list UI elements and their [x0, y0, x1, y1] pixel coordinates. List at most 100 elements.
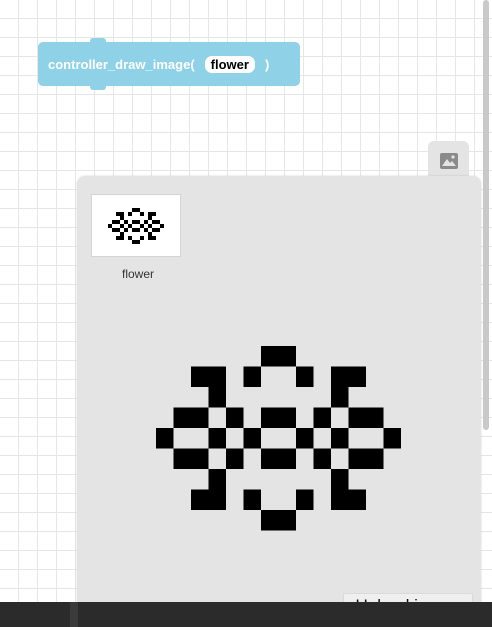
image-pixel — [116, 219, 120, 224]
image-pixel — [148, 215, 152, 220]
image-pixel — [208, 366, 226, 387]
image-pixel — [116, 227, 120, 232]
block-bottom-notch — [90, 84, 106, 90]
image-pixel — [173, 407, 191, 428]
image-pixel — [296, 489, 314, 510]
image-picker-panel: flower Upload image — [77, 176, 481, 627]
image-pixel — [132, 219, 136, 224]
bottom-bar — [0, 602, 492, 627]
image-pixel — [331, 469, 349, 490]
image-pixel — [348, 407, 366, 428]
image-pixel — [136, 227, 140, 232]
image-pixel — [261, 346, 279, 367]
block-top-notch — [90, 38, 106, 44]
image-pixel — [208, 387, 226, 408]
image-pixel — [144, 227, 148, 232]
image-pixel — [191, 366, 209, 387]
image-pixel — [148, 235, 152, 240]
image-pixel — [152, 211, 156, 216]
image-pixel — [148, 223, 152, 228]
image-pixel — [208, 428, 226, 449]
image-pixel — [160, 223, 164, 228]
image-pixel — [226, 407, 244, 428]
image-pixel — [148, 231, 152, 236]
image-pixel — [124, 227, 128, 232]
image-pixel — [156, 219, 160, 224]
image-pixel — [112, 227, 116, 232]
scrollbar-thumb[interactable] — [483, 0, 489, 430]
image-thumbnail-flower[interactable] — [91, 194, 181, 257]
image-pixel — [191, 448, 209, 469]
image-pixel — [116, 211, 120, 216]
image-pixel — [331, 428, 349, 449]
image-icon — [439, 153, 458, 169]
image-pixel — [331, 489, 349, 510]
image-pixel — [124, 219, 128, 224]
image-pixel — [261, 510, 279, 531]
bottom-bar-segment — [0, 602, 70, 627]
image-pixel — [366, 407, 384, 428]
image-pixel — [278, 346, 296, 367]
image-thumbnail-label: flower — [121, 267, 154, 281]
controller-draw-image-block[interactable]: controller_draw_image( flower ) — [38, 38, 300, 90]
flower-pixel-icon — [108, 207, 164, 244]
image-pixel — [278, 510, 296, 531]
image-pixel — [120, 235, 124, 240]
image-pixel — [243, 366, 261, 387]
flower-image-preview — [156, 346, 401, 531]
workspace-scrollbar[interactable] — [480, 0, 492, 627]
image-pixel — [152, 235, 156, 240]
image-pixel — [128, 223, 132, 228]
image-pixel — [313, 407, 331, 428]
image-pixel — [191, 489, 209, 510]
image-pixel — [296, 366, 314, 387]
image-pixel — [243, 428, 261, 449]
image-pixel — [112, 219, 116, 224]
image-pixel — [261, 448, 279, 469]
image-pixel — [128, 211, 132, 216]
image-pixel — [331, 366, 349, 387]
image-pixel — [156, 227, 160, 232]
image-pixel — [136, 207, 140, 212]
image-pixel — [208, 469, 226, 490]
image-pixel — [331, 387, 349, 408]
image-pixel — [152, 227, 156, 232]
image-pixel — [140, 235, 144, 240]
image-pixel — [243, 489, 261, 510]
image-pixel — [296, 428, 314, 449]
image-pixel — [148, 211, 152, 216]
image-pixel — [128, 235, 132, 240]
bottom-bar-segment — [78, 602, 492, 627]
block-close-paren: ) — [264, 56, 270, 72]
image-pixel — [144, 219, 148, 224]
image-pixel — [348, 448, 366, 469]
image-pixel — [173, 448, 191, 469]
image-pixel — [132, 239, 136, 244]
image-pixel — [116, 235, 120, 240]
image-pixel — [136, 219, 140, 224]
image-pixel — [208, 489, 226, 510]
image-pixel — [120, 223, 124, 228]
image-pixel — [136, 239, 140, 244]
image-pixel — [120, 215, 124, 220]
image-pixel — [132, 207, 136, 212]
image-pixel — [132, 227, 136, 232]
image-pixel — [226, 448, 244, 469]
image-pixel — [278, 407, 296, 428]
image-pixel — [313, 448, 331, 469]
image-pixel — [348, 489, 366, 510]
image-pixel — [156, 428, 174, 449]
image-pixel — [348, 366, 366, 387]
image-pixel — [120, 231, 124, 236]
image-pixel — [383, 428, 401, 449]
image-pixel — [152, 219, 156, 224]
image-field-dropdown[interactable]: flower — [204, 55, 255, 73]
image-pixel — [261, 407, 279, 428]
image-pixel — [366, 448, 384, 469]
image-pixel — [108, 223, 112, 228]
image-panel-tab[interactable] — [428, 141, 469, 181]
image-pixel — [191, 407, 209, 428]
block-function-label: controller_draw_image( — [48, 56, 195, 72]
image-pixel — [140, 223, 144, 228]
image-pixel — [278, 448, 296, 469]
